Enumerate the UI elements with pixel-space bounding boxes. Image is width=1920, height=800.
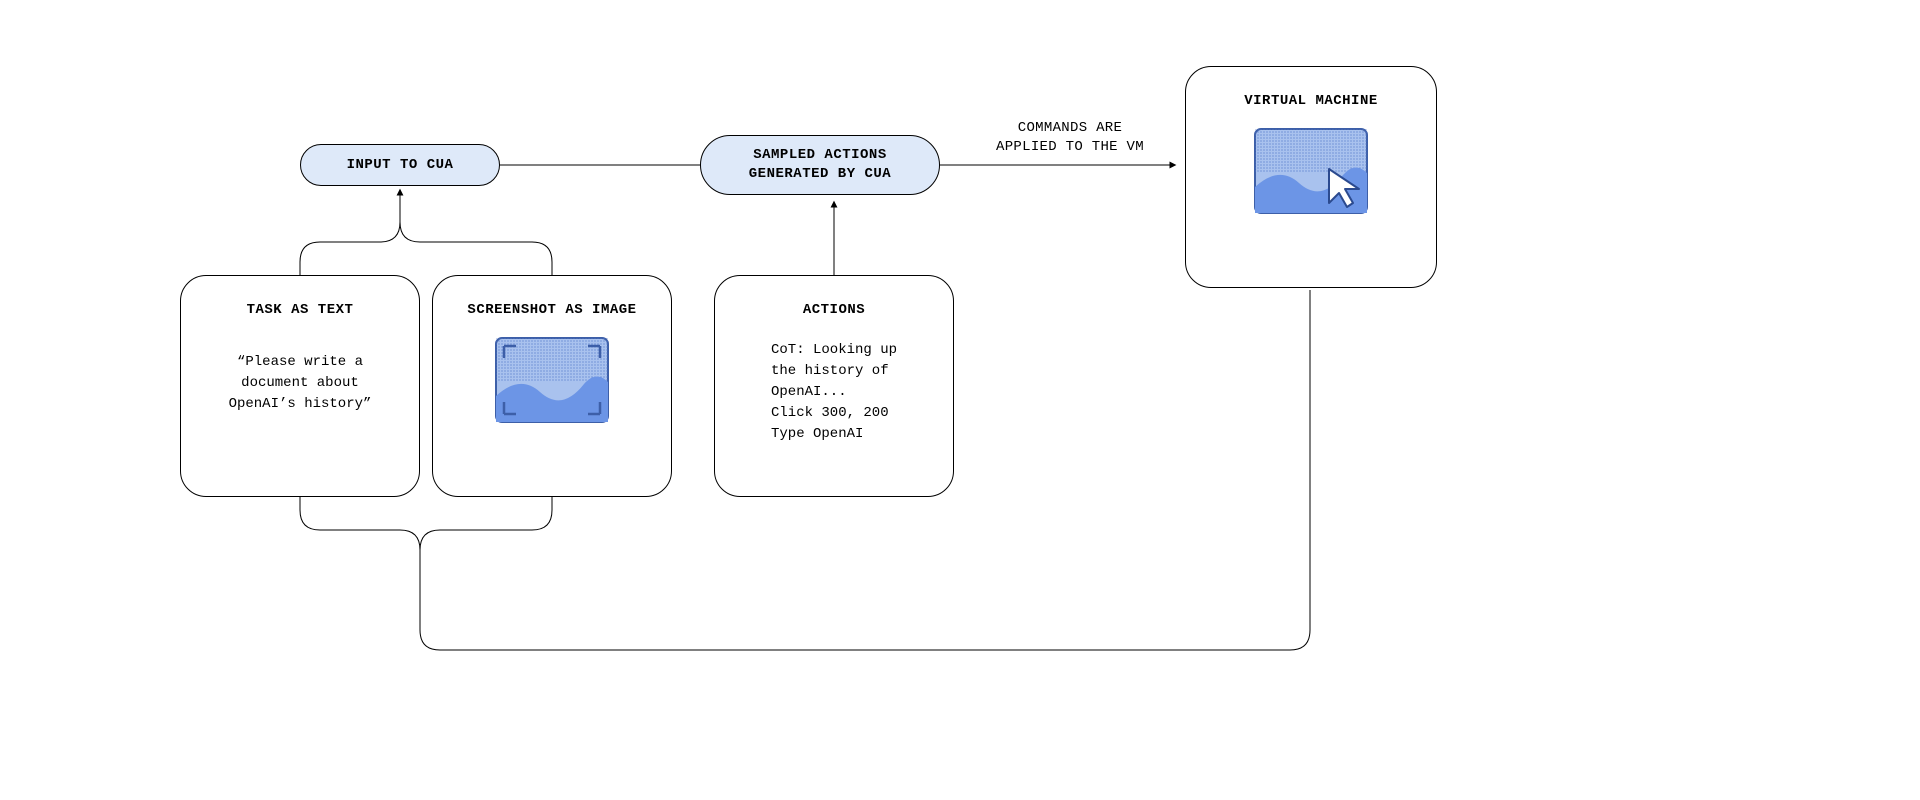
pill-input-to-cua: INPUT TO CUA [300,144,500,186]
card-actions: ACTIONS CoT: Looking up the history of O… [714,275,954,497]
card-screenshot-title: SCREENSHOT AS IMAGE [457,302,647,318]
card-task-as-text: TASK AS TEXT “Please write a document ab… [180,275,420,497]
label-commands-applied: COMMANDS ARE APPLIED TO THE VM [970,100,1170,157]
pill-input-label: INPUT TO CUA [347,156,454,175]
card-actions-title: ACTIONS [739,302,929,318]
card-task-body: “Please write a document about OpenAI’s … [229,352,372,415]
card-vm-title: VIRTUAL MACHINE [1210,93,1412,109]
card-task-title: TASK AS TEXT [205,302,395,318]
pill-sampled-actions: SAMPLED ACTIONS GENERATED BY CUA [700,135,940,195]
card-screenshot-as-image: SCREENSHOT AS IMAGE [432,275,672,497]
card-actions-body: CoT: Looking up the history of OpenAI...… [771,340,897,445]
pill-sampled-label: SAMPLED ACTIONS GENERATED BY CUA [749,146,891,184]
card-virtual-machine: VIRTUAL MACHINE [1185,66,1437,288]
vm-screen-icon [1251,125,1371,215]
screenshot-image-icon [492,334,612,424]
